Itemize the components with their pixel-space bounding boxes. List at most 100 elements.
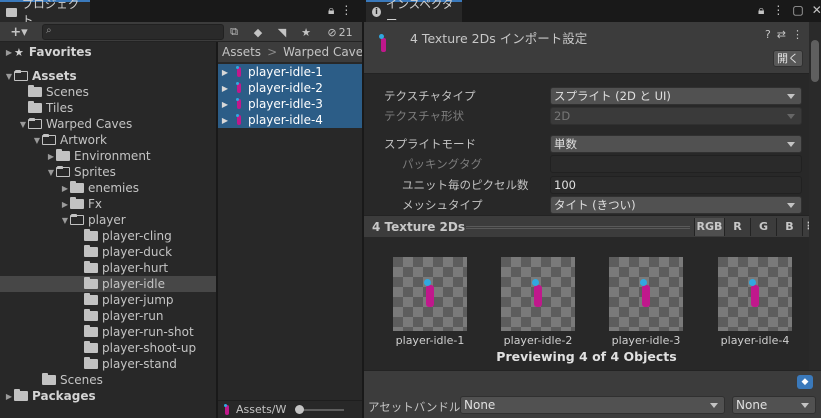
folder-icon [56, 166, 70, 177]
expand-arrow-icon[interactable]: ▼ [4, 72, 14, 81]
breadcrumb-item[interactable]: Warped Caves [283, 45, 362, 59]
search-by-type-icon[interactable]: ⧉ [226, 24, 242, 40]
add-button[interactable]: +▾ [4, 24, 34, 40]
asset-item[interactable]: ▶ player-idle-3 [218, 96, 362, 112]
expand-arrow-icon[interactable]: ▼ [60, 216, 70, 225]
hidden-count: 21 [338, 25, 353, 39]
tree-item[interactable]: ▶ Packages [0, 388, 216, 404]
expand-arrow-icon[interactable]: ▼ [32, 136, 42, 145]
kebab-menu-icon[interactable]: ⋮ [340, 3, 352, 18]
tree-item[interactable]: player-run [0, 308, 216, 324]
tree-item[interactable]: ▶ Fx [0, 196, 216, 212]
property-dropdown[interactable]: 単数 [550, 135, 802, 153]
tree-item-label: player-run-shot [102, 325, 194, 339]
asset-bundle-variant-dropdown[interactable]: None [732, 396, 816, 414]
expand-arrow-icon[interactable]: ▶ [220, 116, 230, 125]
eye-slash-icon: ⊘ [327, 25, 337, 39]
folder-icon [14, 389, 28, 401]
tree-item-label: Assets [32, 69, 77, 83]
tree-item[interactable]: Tiles [0, 100, 216, 116]
tree-item[interactable]: Scenes [0, 372, 216, 388]
expand-arrow-icon[interactable]: ▶ [220, 68, 230, 77]
channel-rgb-button[interactable]: RGB [694, 218, 724, 236]
preview-thumbnail [501, 257, 575, 331]
texture-icon [378, 34, 388, 52]
tab-inspector[interactable]: i インスペクター [366, 0, 462, 27]
asset-item[interactable]: ▶ player-idle-4 [218, 112, 362, 128]
tree-item[interactable]: ▼ Warped Caves [0, 116, 216, 132]
asset-item[interactable]: ▶ player-idle-2 [218, 80, 362, 96]
help-icon[interactable]: ? [765, 28, 771, 41]
collapse-arrow-icon[interactable]: ▶ [4, 48, 14, 57]
channel-b-button[interactable]: B [776, 218, 802, 236]
lock-icon[interactable]: 🔒︎ [328, 3, 334, 18]
folder-icon [6, 7, 17, 17]
close-icon[interactable]: ✕ [812, 3, 821, 18]
tree-item[interactable]: player-cling [0, 228, 216, 244]
icon-size-slider[interactable] [295, 405, 344, 414]
channel-g-button[interactable]: G [750, 218, 776, 236]
expand-arrow-icon[interactable]: ▼ [46, 168, 56, 177]
search-input[interactable]: ⌕ [42, 24, 224, 40]
open-button[interactable]: 開く [773, 50, 803, 67]
sprite-preview [424, 279, 434, 307]
tree-item[interactable]: ▼ Assets [0, 68, 216, 84]
tree-item[interactable]: ▼ player [0, 212, 216, 228]
kebab-menu-icon[interactable]: ⋮ [772, 3, 784, 18]
tree-item[interactable]: player-shoot-up [0, 340, 216, 356]
tree-item[interactable]: player-duck [0, 244, 216, 260]
expand-arrow-icon[interactable]: ▶ [220, 84, 230, 93]
property-field[interactable]: 100 [550, 176, 802, 194]
property-dropdown[interactable]: タイト (きつい) [550, 196, 802, 214]
preset-icon[interactable]: ⇄ [777, 28, 786, 41]
tree-item[interactable]: player-stand [0, 356, 216, 372]
label-tag-icon[interactable]: ◆ [797, 375, 813, 389]
expand-arrow-icon[interactable]: ▶ [220, 100, 230, 109]
tree-item[interactable]: ▼ Artwork [0, 132, 216, 148]
preview-header: 4 Texture 2Ds RGB R G B ⋮ [364, 215, 814, 237]
tag-icon[interactable]: ◥ [274, 24, 290, 40]
asset-item[interactable]: ▶ player-idle-1 [218, 64, 362, 80]
collapse-arrow-icon[interactable]: ▶ [46, 152, 56, 161]
tree-item[interactable]: ▶ enemies [0, 180, 216, 196]
preview-thumbnail [718, 257, 792, 331]
collapse-arrow-icon[interactable]: ▶ [60, 200, 70, 209]
channel-r-button[interactable]: R [724, 218, 750, 236]
property-label: スプライトモード [384, 137, 476, 151]
preview-thumbnail [609, 257, 683, 331]
breadcrumb-item[interactable]: Assets [222, 45, 261, 59]
scrollbar-thumb[interactable] [811, 40, 819, 82]
folder-icon [70, 197, 84, 209]
tree-item-label: player-duck [102, 245, 173, 259]
tree-item[interactable]: ▼ Sprites [0, 164, 216, 180]
tree-item[interactable]: ▶ Environment [0, 148, 216, 164]
kebab-menu-icon[interactable]: ⋮ [792, 28, 803, 41]
tree-item[interactable]: player-hurt [0, 260, 216, 276]
lock-icon[interactable]: 🔒︎ [758, 3, 764, 18]
filter-by-label-icon[interactable]: ◆ [250, 24, 266, 40]
property-label: メッシュタイプ [402, 198, 483, 212]
tree-item[interactable]: player-jump [0, 292, 216, 308]
property-dropdown[interactable]: スプライト (2D と UI) [550, 87, 802, 105]
asset-list: Assets > Warped Caves ▶ player-idle-1 ▶ pla… [218, 42, 362, 418]
tree-item[interactable]: player-run-shot [0, 324, 216, 340]
asset-bundle-dropdown[interactable]: None [460, 396, 725, 414]
preview-status: Previewing 4 of 4 Objects [496, 349, 677, 364]
collapse-arrow-icon[interactable]: ▶ [4, 392, 14, 401]
expand-arrow-icon[interactable]: ▼ [18, 120, 28, 129]
star-icon[interactable]: ★ [298, 24, 314, 40]
tree-item[interactable]: ▶ ★ Favorites [0, 44, 216, 60]
tree-item[interactable]: Scenes [0, 84, 216, 100]
folder-icon [84, 309, 98, 321]
tab-project[interactable]: プロジェクト [0, 0, 90, 27]
hidden-packages-icon[interactable]: ⊘ 21 [322, 24, 358, 40]
property-label: ユニット毎のピクセル数 [402, 178, 529, 192]
tree-item[interactable]: player-idle [0, 276, 216, 292]
inspector-scrollbar[interactable] [809, 22, 821, 370]
maximize-icon[interactable]: ▢ [792, 3, 803, 18]
folder-icon [14, 70, 28, 81]
tab-bar: プロジェクト 🔒︎ ⋮ i インスペクター 🔒︎ ⋮ ▢ ✕ [0, 0, 821, 27]
preview-thumbnail [393, 257, 467, 331]
collapse-arrow-icon[interactable]: ▶ [60, 184, 70, 193]
preview-drag-handle[interactable] [466, 226, 690, 229]
